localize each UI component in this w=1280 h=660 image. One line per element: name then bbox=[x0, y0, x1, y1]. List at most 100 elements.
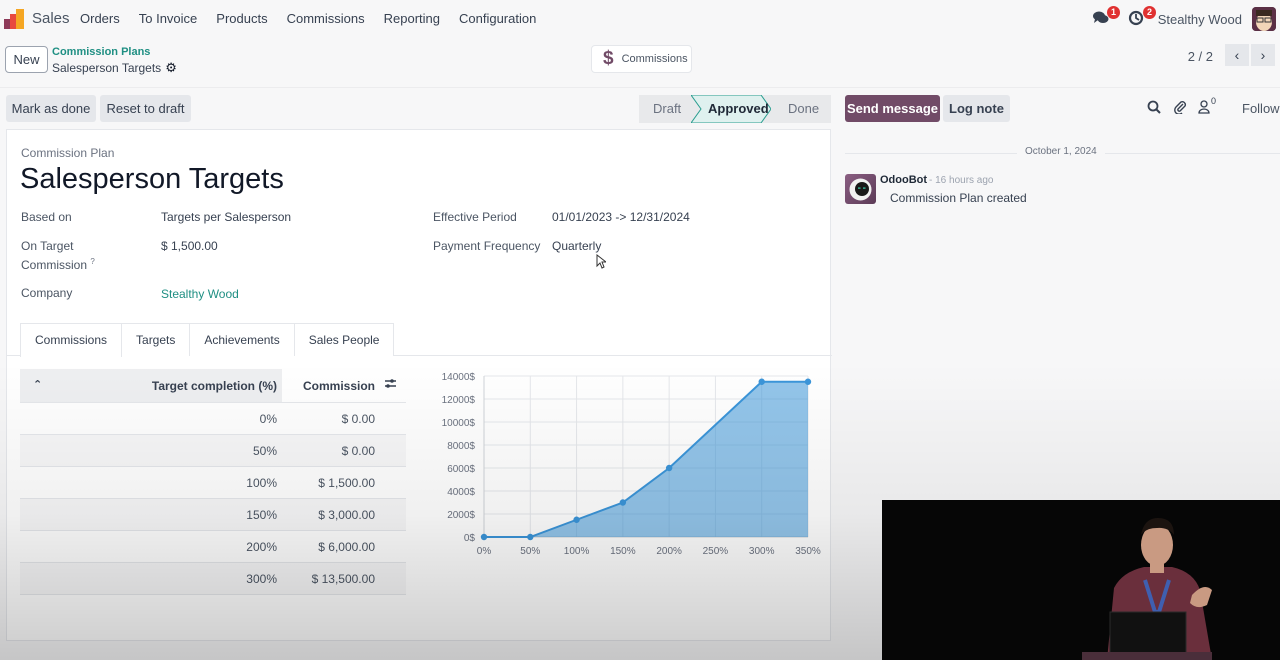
search-icon[interactable] bbox=[1147, 100, 1161, 117]
chevron-right-icon: › bbox=[1260, 47, 1266, 63]
data-point bbox=[619, 499, 627, 506]
sales-app-logo-icon[interactable] bbox=[4, 9, 26, 29]
effective-period-value[interactable]: 01/01/2023 -> 12/31/2024 bbox=[552, 210, 690, 224]
log-note-button[interactable]: Log note bbox=[943, 95, 1010, 122]
presenter-video-overlay bbox=[882, 500, 1280, 660]
table-row[interactable]: 50% $ 0.00 bbox=[20, 435, 406, 467]
table-row[interactable]: 100% $ 1,500.00 bbox=[20, 467, 406, 499]
pager-value[interactable]: 2 / 2 bbox=[1188, 49, 1213, 64]
cell-target: 50% bbox=[252, 444, 277, 458]
mouse-cursor-icon bbox=[596, 254, 606, 269]
menu-to-invoice[interactable]: To Invoice bbox=[139, 11, 198, 26]
based-on-label: Based on bbox=[21, 210, 72, 224]
followers-count: 0 bbox=[1211, 96, 1217, 106]
menu-configuration[interactable]: Configuration bbox=[459, 11, 536, 26]
pager-previous-button[interactable]: ‹ bbox=[1225, 44, 1249, 66]
model-label: Commission Plan bbox=[21, 146, 115, 160]
tab-achievements[interactable]: Achievements bbox=[189, 323, 295, 356]
form-sheet: Commission Plan Salesperson Targets Base… bbox=[6, 129, 832, 641]
commission-table: ⌃ Target completion (%) Commission 0% $ 0… bbox=[20, 369, 406, 595]
on-target-commission-label-text: Commission bbox=[21, 258, 88, 272]
data-point bbox=[665, 464, 673, 472]
y-tick-label: 4000$ bbox=[447, 487, 475, 498]
table-row[interactable]: 200% $ 6,000.00 bbox=[20, 531, 406, 563]
company-label: Company bbox=[21, 286, 73, 300]
tab-commissions[interactable]: Commissions bbox=[20, 323, 123, 357]
stage-approved[interactable]: Approved bbox=[708, 95, 769, 123]
header-target-completion-label: Target completion (%) bbox=[151, 379, 277, 393]
stage-done[interactable]: Done bbox=[788, 95, 819, 123]
data-point bbox=[573, 516, 580, 523]
send-message-button[interactable]: Send message bbox=[845, 95, 940, 122]
message-body: Commission Plan created bbox=[890, 191, 1027, 205]
y-tick-label: 6000$ bbox=[447, 464, 475, 475]
help-tooltip-icon[interactable]: ? bbox=[90, 257, 94, 266]
x-tick-label: 150% bbox=[610, 546, 636, 557]
messages-badge: 1 bbox=[1107, 6, 1120, 19]
data-point bbox=[758, 378, 765, 385]
cell-commission: $ 3,000.00 bbox=[318, 508, 375, 522]
based-on-value[interactable]: Targets per Salesperson bbox=[161, 210, 291, 224]
tab-sales-people[interactable]: Sales People bbox=[293, 323, 395, 356]
menu-products[interactable]: Products bbox=[216, 11, 267, 26]
reset-to-draft-button[interactable]: Reset to draft bbox=[100, 95, 191, 122]
x-tick-label: 100% bbox=[564, 546, 590, 557]
dollar-icon: $ bbox=[603, 48, 614, 69]
app-name[interactable]: Sales bbox=[32, 10, 70, 27]
breadcrumb-current-label: Salesperson Targets bbox=[52, 61, 162, 75]
cell-commission: $ 1,500.00 bbox=[318, 476, 375, 490]
messages-icon[interactable]: 1 bbox=[1092, 6, 1120, 28]
paperclip-icon[interactable] bbox=[1173, 100, 1187, 117]
breadcrumb-commission-plans[interactable]: Commission Plans bbox=[52, 46, 150, 58]
menu-commissions[interactable]: Commissions bbox=[287, 11, 365, 26]
main-menu: Orders To Invoice Products Commissions R… bbox=[80, 11, 555, 26]
user-name[interactable]: Stealthy Wood bbox=[1158, 12, 1242, 27]
date-separator-line-left bbox=[845, 153, 1017, 154]
tab-targets[interactable]: Targets bbox=[121, 323, 191, 356]
followers-icon[interactable]: 0 bbox=[1198, 96, 1216, 117]
activities-clock-icon[interactable]: 2 bbox=[1128, 6, 1156, 28]
optional-columns-toggle-icon[interactable] bbox=[384, 377, 397, 393]
company-link[interactable]: Stealthy Wood bbox=[161, 287, 239, 301]
record-title[interactable]: Salesperson Targets bbox=[20, 163, 284, 196]
breadcrumb-current: Salesperson Targets ⚙ bbox=[52, 60, 177, 76]
menu-orders[interactable]: Orders bbox=[80, 11, 120, 26]
data-point bbox=[480, 533, 488, 541]
pager-next-button[interactable]: › bbox=[1251, 44, 1275, 66]
x-tick-label: 300% bbox=[749, 546, 775, 557]
control-panel-divider bbox=[0, 87, 1280, 88]
y-tick-label: 12000$ bbox=[442, 395, 476, 406]
table-row[interactable]: 0% $ 0.00 bbox=[20, 403, 406, 435]
activities-badge: 2 bbox=[1143, 6, 1156, 19]
chevron-left-icon: ‹ bbox=[1234, 47, 1240, 63]
cell-commission: $ 13,500.00 bbox=[311, 572, 375, 586]
header-target-completion[interactable]: ⌃ Target completion (%) bbox=[20, 369, 282, 402]
new-button[interactable]: New bbox=[5, 46, 48, 73]
user-avatar[interactable] bbox=[1252, 7, 1276, 31]
gear-icon[interactable]: ⚙ bbox=[165, 60, 177, 76]
date-separator-line-right bbox=[1105, 153, 1280, 154]
follow-button[interactable]: Follow bbox=[1242, 101, 1280, 116]
cell-target: 200% bbox=[246, 540, 277, 554]
payment-frequency-value[interactable]: Quarterly bbox=[552, 239, 601, 253]
mark-as-done-button[interactable]: Mark as done bbox=[6, 95, 96, 122]
date-separator: October 1, 2024 bbox=[845, 146, 1280, 160]
message-author[interactable]: OdooBot bbox=[880, 174, 927, 186]
stage-draft[interactable]: Draft bbox=[653, 95, 681, 123]
menu-reporting[interactable]: Reporting bbox=[384, 11, 440, 26]
table-row[interactable]: 300% $ 13,500.00 bbox=[20, 563, 406, 595]
on-target-commission-value[interactable]: $ 1,500.00 bbox=[161, 239, 218, 253]
y-tick-label: 2000$ bbox=[447, 510, 475, 521]
commissions-smart-button[interactable]: $ Commissions bbox=[591, 45, 692, 73]
header-commission[interactable]: Commission bbox=[282, 369, 406, 402]
y-tick-label: 0$ bbox=[464, 533, 476, 544]
date-separator-label: October 1, 2024 bbox=[1025, 146, 1097, 157]
y-tick-label: 8000$ bbox=[447, 441, 475, 452]
data-point bbox=[804, 378, 812, 385]
sort-chevron-up-icon[interactable]: ⌃ bbox=[33, 378, 42, 391]
message-time: - 16 hours ago bbox=[929, 175, 994, 186]
odoobot-avatar[interactable] bbox=[845, 174, 876, 204]
table-row[interactable]: 150% $ 3,000.00 bbox=[20, 499, 406, 531]
effective-period-label: Effective Period bbox=[433, 210, 517, 224]
cell-commission: $ 6,000.00 bbox=[318, 540, 375, 554]
